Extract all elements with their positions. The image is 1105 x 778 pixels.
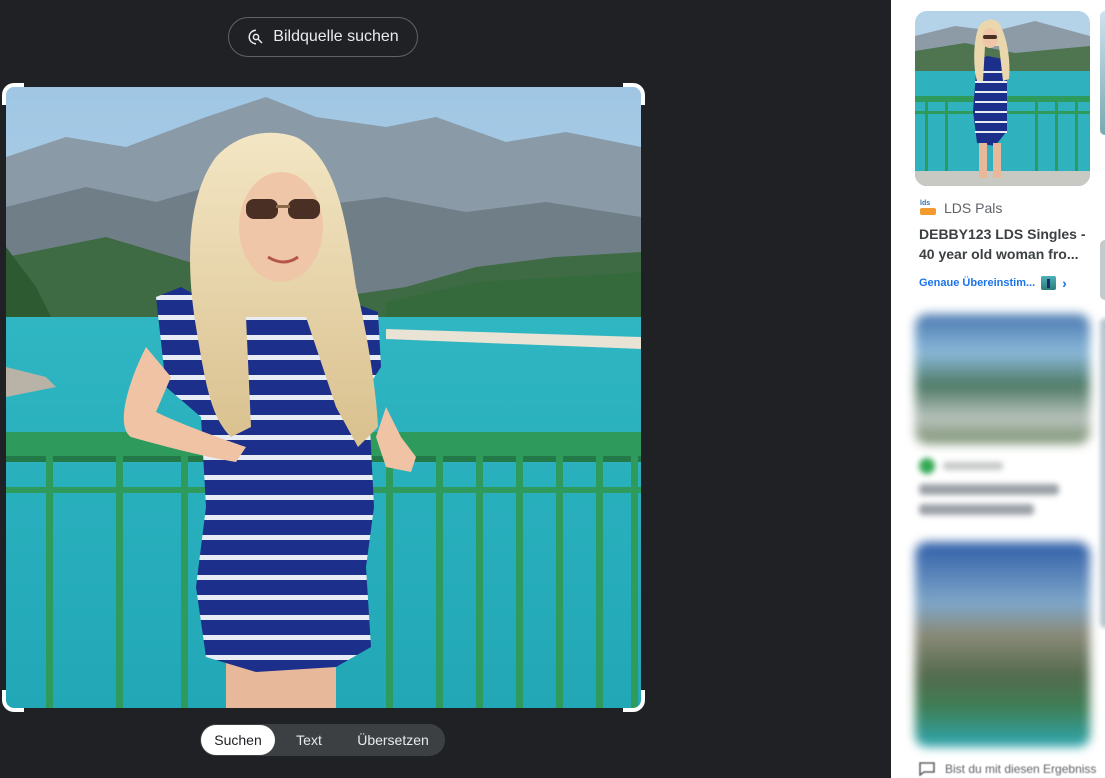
- blurred-result-thumbnail: [915, 542, 1090, 747]
- next-result-preview: [1100, 240, 1105, 300]
- find-image-source-label: Bildquelle suchen: [273, 28, 399, 45]
- blurred-result-title: [919, 484, 1069, 524]
- tab-translate[interactable]: Übersetzen: [343, 725, 443, 755]
- lds-pals-favicon-icon: lds: [919, 199, 937, 217]
- result-title-line-2: 40 year old woman fro...: [919, 246, 1079, 262]
- result-thumbnail[interactable]: [915, 11, 1090, 186]
- result-title-line-1: DEBBY123 LDS Singles -: [919, 226, 1086, 242]
- result-title-link[interactable]: DEBBY123 LDS Singles - 40 year old woman…: [919, 224, 1089, 264]
- source-name: LDS Pals: [944, 200, 1003, 216]
- selected-image-region[interactable]: [2, 83, 645, 712]
- crop-handle-top-left[interactable]: [2, 83, 24, 105]
- results-pane: lds LDS Pals DEBBY123 LDS Singles - 40 y…: [891, 0, 1105, 778]
- blurred-result-source: [919, 458, 1019, 474]
- exact-matches-link[interactable]: Genaue Übereinstim... ›: [919, 275, 1067, 291]
- exact-matches-label: Genaue Übereinstim...: [919, 277, 1036, 289]
- blurred-results: [905, 300, 1105, 778]
- result-source[interactable]: lds LDS Pals: [919, 199, 1002, 217]
- tab-text[interactable]: Text: [275, 725, 343, 755]
- match-thumbnail-icon: [1041, 276, 1057, 290]
- crop-handle-bottom-right[interactable]: [623, 690, 645, 712]
- mode-switcher: Suchen Text Übersetzen: [200, 724, 445, 756]
- crop-handle-bottom-left[interactable]: [2, 690, 24, 712]
- feedback-prompt[interactable]: Bist du mit diesen Ergebniss: [919, 762, 1096, 776]
- tab-search[interactable]: Suchen: [201, 725, 275, 755]
- image-viewer-pane: Bildquelle suchen Suchen Text Übersetzen: [0, 0, 891, 778]
- crop-handle-top-right[interactable]: [623, 83, 645, 105]
- image-search-icon: [248, 29, 263, 45]
- favicon-text: lds: [920, 200, 931, 207]
- find-image-source-button[interactable]: Bildquelle suchen: [228, 17, 418, 57]
- blurred-result-thumbnail: [915, 314, 1090, 444]
- feedback-icon: [919, 762, 935, 776]
- next-result-thumbnail[interactable]: [1100, 11, 1105, 135]
- chevron-right-icon: ›: [1062, 275, 1067, 291]
- feedback-text: Bist du mit diesen Ergebniss: [945, 762, 1097, 776]
- uploaded-photo: [6, 87, 641, 708]
